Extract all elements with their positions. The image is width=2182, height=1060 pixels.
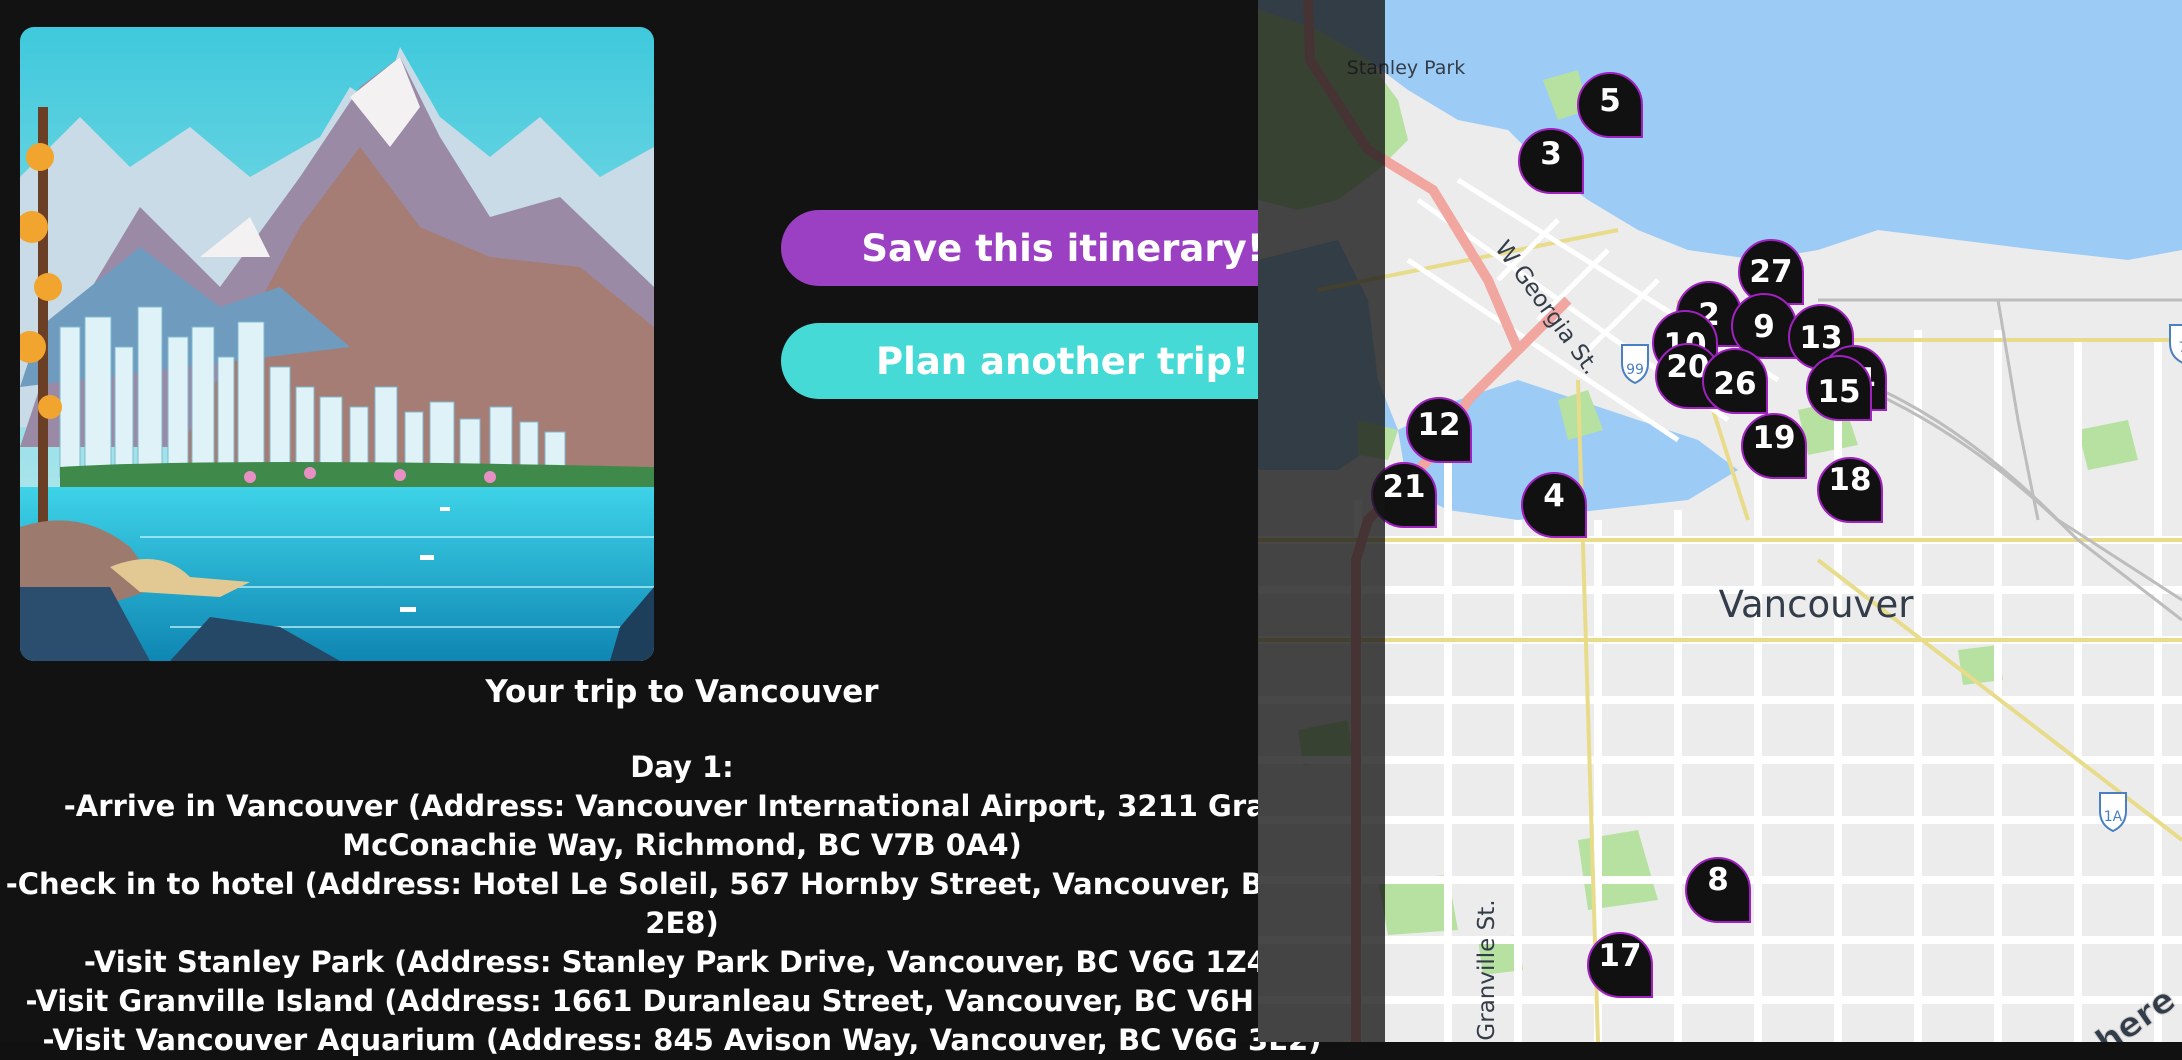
svg-text:19: 19 xyxy=(1752,420,1795,456)
itinerary-line: 2E8) xyxy=(645,906,719,940)
map-marker[interactable]: 15 xyxy=(1806,355,1872,421)
map-overlay-shade xyxy=(1258,0,1385,1042)
svg-text:99: 99 xyxy=(1626,362,1644,378)
map-marker[interactable]: 3 xyxy=(1518,128,1584,194)
map-marker[interactable]: 4 xyxy=(1521,472,1587,538)
map-marker[interactable]: 12 xyxy=(1406,397,1472,463)
trip-title: Your trip to Vancouver xyxy=(485,674,879,710)
map-marker[interactable]: 8 xyxy=(1685,857,1751,923)
map-marker[interactable]: 5 xyxy=(1577,72,1643,138)
svg-text:1A: 1A xyxy=(2104,809,2123,825)
map-marker[interactable]: 9 xyxy=(1731,293,1797,359)
itinerary-line: McConachie Way, Richmond, BC V7B 0A4) xyxy=(342,828,1022,862)
day-heading: Day 1: xyxy=(630,750,734,784)
map-view[interactable]: Stanley Park W Georgia St. Granville St.… xyxy=(1258,0,2182,1042)
itinerary-line: -Check in to hotel (Address: Hotel Le So… xyxy=(5,867,1359,901)
svg-text:3: 3 xyxy=(1540,136,1562,172)
map-marker[interactable]: 19 xyxy=(1741,413,1807,479)
svg-text:12: 12 xyxy=(1417,407,1460,443)
svg-text:21: 21 xyxy=(1382,469,1425,505)
itinerary-line: -Arrive in Vancouver (Address: Vancouver… xyxy=(63,789,1301,823)
left-panel: Save this itinerary! Plan another trip! … xyxy=(0,0,1385,1057)
highway-99-shield: 99 xyxy=(1621,344,1649,385)
destination-illustration xyxy=(20,27,654,661)
svg-text:8: 8 xyxy=(1707,862,1729,898)
svg-text:26: 26 xyxy=(1713,366,1756,402)
svg-text:4: 4 xyxy=(1543,478,1565,514)
map-marker[interactable]: 26 xyxy=(1702,348,1768,414)
city-label: Vancouver xyxy=(1719,583,1915,626)
itinerary-line: -Visit Granville Island (Address: 1661 D… xyxy=(25,984,1339,1018)
granville-street-label: Granville St. xyxy=(1474,899,1500,1040)
svg-text:18: 18 xyxy=(1828,462,1871,498)
svg-text:27: 27 xyxy=(1749,254,1792,290)
svg-text:9: 9 xyxy=(1753,309,1775,345)
map-marker[interactable]: 17 xyxy=(1587,932,1653,998)
itinerary-line: -Visit Stanley Park (Address: Stanley Pa… xyxy=(83,945,1281,979)
svg-text:15: 15 xyxy=(1817,374,1860,410)
itinerary-line: -Visit Vancouver Aquarium (Address: 845 … xyxy=(42,1023,1322,1057)
svg-text:17: 17 xyxy=(1598,938,1641,974)
map-marker[interactable]: 18 xyxy=(1817,457,1883,523)
itinerary-text: Day 1: -Arrive in Vancouver (Address: Va… xyxy=(0,748,1364,1060)
highway-1a-shield: 1A xyxy=(2099,792,2127,833)
svg-text:5: 5 xyxy=(1599,83,1621,119)
svg-text:7: 7 xyxy=(2179,340,2182,356)
